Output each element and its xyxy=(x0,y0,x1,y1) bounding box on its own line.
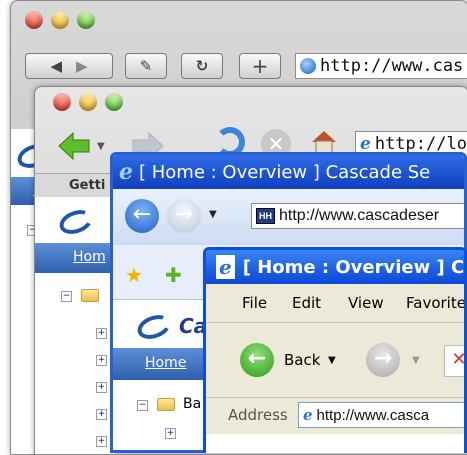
tree-expand-icon[interactable]: + xyxy=(165,428,176,439)
ie6-address-bar: Address e http://www.casca xyxy=(206,398,464,432)
tree-expand-icon[interactable]: + xyxy=(96,382,107,393)
site-badge-icon: HH xyxy=(256,208,275,224)
tree-expand-icon[interactable]: + xyxy=(96,436,107,447)
back-arrow-icon[interactable]: ← xyxy=(240,343,274,377)
ie7-nav-bar: Home xyxy=(113,348,209,380)
menu-edit[interactable]: Edit xyxy=(292,294,321,312)
ie6-page xyxy=(206,434,464,453)
address-label: Address xyxy=(228,406,288,424)
back-dropdown-icon[interactable]: ▼ xyxy=(328,355,336,366)
ie-page-icon: e xyxy=(216,255,235,279)
firefox-address-text: http://lo xyxy=(374,134,467,154)
minimize-icon[interactable] xyxy=(79,93,97,111)
forward-dropdown-icon[interactable]: ▼ xyxy=(412,355,420,366)
firefox-nav-bar: Hom xyxy=(35,243,115,273)
page-icon: e xyxy=(360,134,371,154)
firefox-tab-label: Getti xyxy=(69,178,106,193)
ie7-nav-home[interactable]: Home xyxy=(145,355,186,371)
ie7-address-field[interactable]: HH http://www.cascadeser xyxy=(251,203,464,229)
folder-icon xyxy=(157,398,175,411)
ie7-address-text: http://www.cascadeser xyxy=(279,207,440,224)
pencil-icon: ✎ xyxy=(139,57,153,75)
menu-file[interactable]: File xyxy=(242,294,267,312)
globe-icon xyxy=(300,58,316,74)
reload-icon: ↻ xyxy=(195,57,209,75)
reload-button[interactable]: ↻ xyxy=(181,53,223,79)
close-icon[interactable] xyxy=(53,93,71,111)
firefox-nav-home[interactable]: Hom xyxy=(73,249,106,265)
firefox-tab[interactable]: Getti xyxy=(35,173,115,198)
folder-icon xyxy=(81,289,99,302)
back-arrow-icon[interactable]: ◀ xyxy=(50,57,62,75)
tree-expand-icon[interactable]: + xyxy=(96,409,107,420)
favorites-star-icon[interactable]: ★ xyxy=(125,263,143,287)
forward-arrow-icon[interactable]: → xyxy=(167,199,201,233)
tree-expand-icon[interactable]: + xyxy=(96,355,107,366)
add-bookmark-button[interactable]: + xyxy=(239,53,281,79)
ie-logo-icon: e xyxy=(119,159,133,185)
ie6-title-bar: e [ Home : Overview ] Ca xyxy=(206,250,464,284)
zoom-icon[interactable] xyxy=(105,93,123,111)
ie7-page: Ca Home − Ba + xyxy=(113,300,209,450)
safari-address-text: http://www.cas xyxy=(320,56,464,76)
ie6-address-field[interactable]: e http://www.casca xyxy=(298,402,464,428)
tree-collapse-icon[interactable]: − xyxy=(61,291,72,302)
back-label[interactable]: Back xyxy=(284,351,320,369)
safari-address-field[interactable]: http://www.cas xyxy=(295,53,467,79)
tree-expand-icon[interactable]: + xyxy=(96,328,107,339)
ie6-toolbar: ← Back ▼ → ▼ ✕ xyxy=(206,323,464,398)
back-arrow-icon[interactable] xyxy=(57,131,91,161)
ie6-title-text: [ Home : Overview ] Ca xyxy=(242,256,464,278)
ie7-toolbar: ← → ▼ HH http://www.cascadeser xyxy=(113,189,464,245)
plus-icon: + xyxy=(251,54,269,78)
ie6-window: e [ Home : Overview ] Ca File Edit View … xyxy=(203,247,467,453)
tree-item-label[interactable]: Ba xyxy=(183,396,201,412)
site-logo-icon xyxy=(134,310,174,344)
ie6-menu-bar: File Edit View Favorite xyxy=(206,284,464,323)
ie6-address-text: http://www.casca xyxy=(316,406,430,424)
ie7-title-bar: e [ Home : Overview ] Cascade Se xyxy=(113,155,464,189)
back-dropdown-icon[interactable]: ▼ xyxy=(97,141,105,152)
tree-collapse-icon[interactable]: − xyxy=(137,400,148,411)
site-logo-icon xyxy=(56,205,96,239)
edit-button[interactable]: ✎ xyxy=(125,53,167,79)
menu-favorites[interactable]: Favorite xyxy=(406,294,464,312)
back-arrow-icon[interactable]: ← xyxy=(125,199,159,233)
stop-icon[interactable]: ✕ xyxy=(444,345,464,377)
back-forward-buttons[interactable]: ◀ ▶ xyxy=(25,53,113,79)
forward-arrow-icon[interactable]: → xyxy=(366,343,400,377)
minimize-icon[interactable] xyxy=(51,11,69,29)
forward-arrow-icon[interactable]: ▶ xyxy=(76,57,88,75)
page-icon: e xyxy=(303,406,313,424)
add-favorites-icon[interactable]: ✚ xyxy=(165,263,182,287)
history-dropdown-icon[interactable]: ▼ xyxy=(209,209,217,220)
zoom-icon[interactable] xyxy=(77,11,95,29)
close-icon[interactable] xyxy=(25,11,43,29)
ie7-title-text: [ Home : Overview ] Cascade Se xyxy=(139,161,431,183)
menu-view[interactable]: View xyxy=(348,294,384,312)
